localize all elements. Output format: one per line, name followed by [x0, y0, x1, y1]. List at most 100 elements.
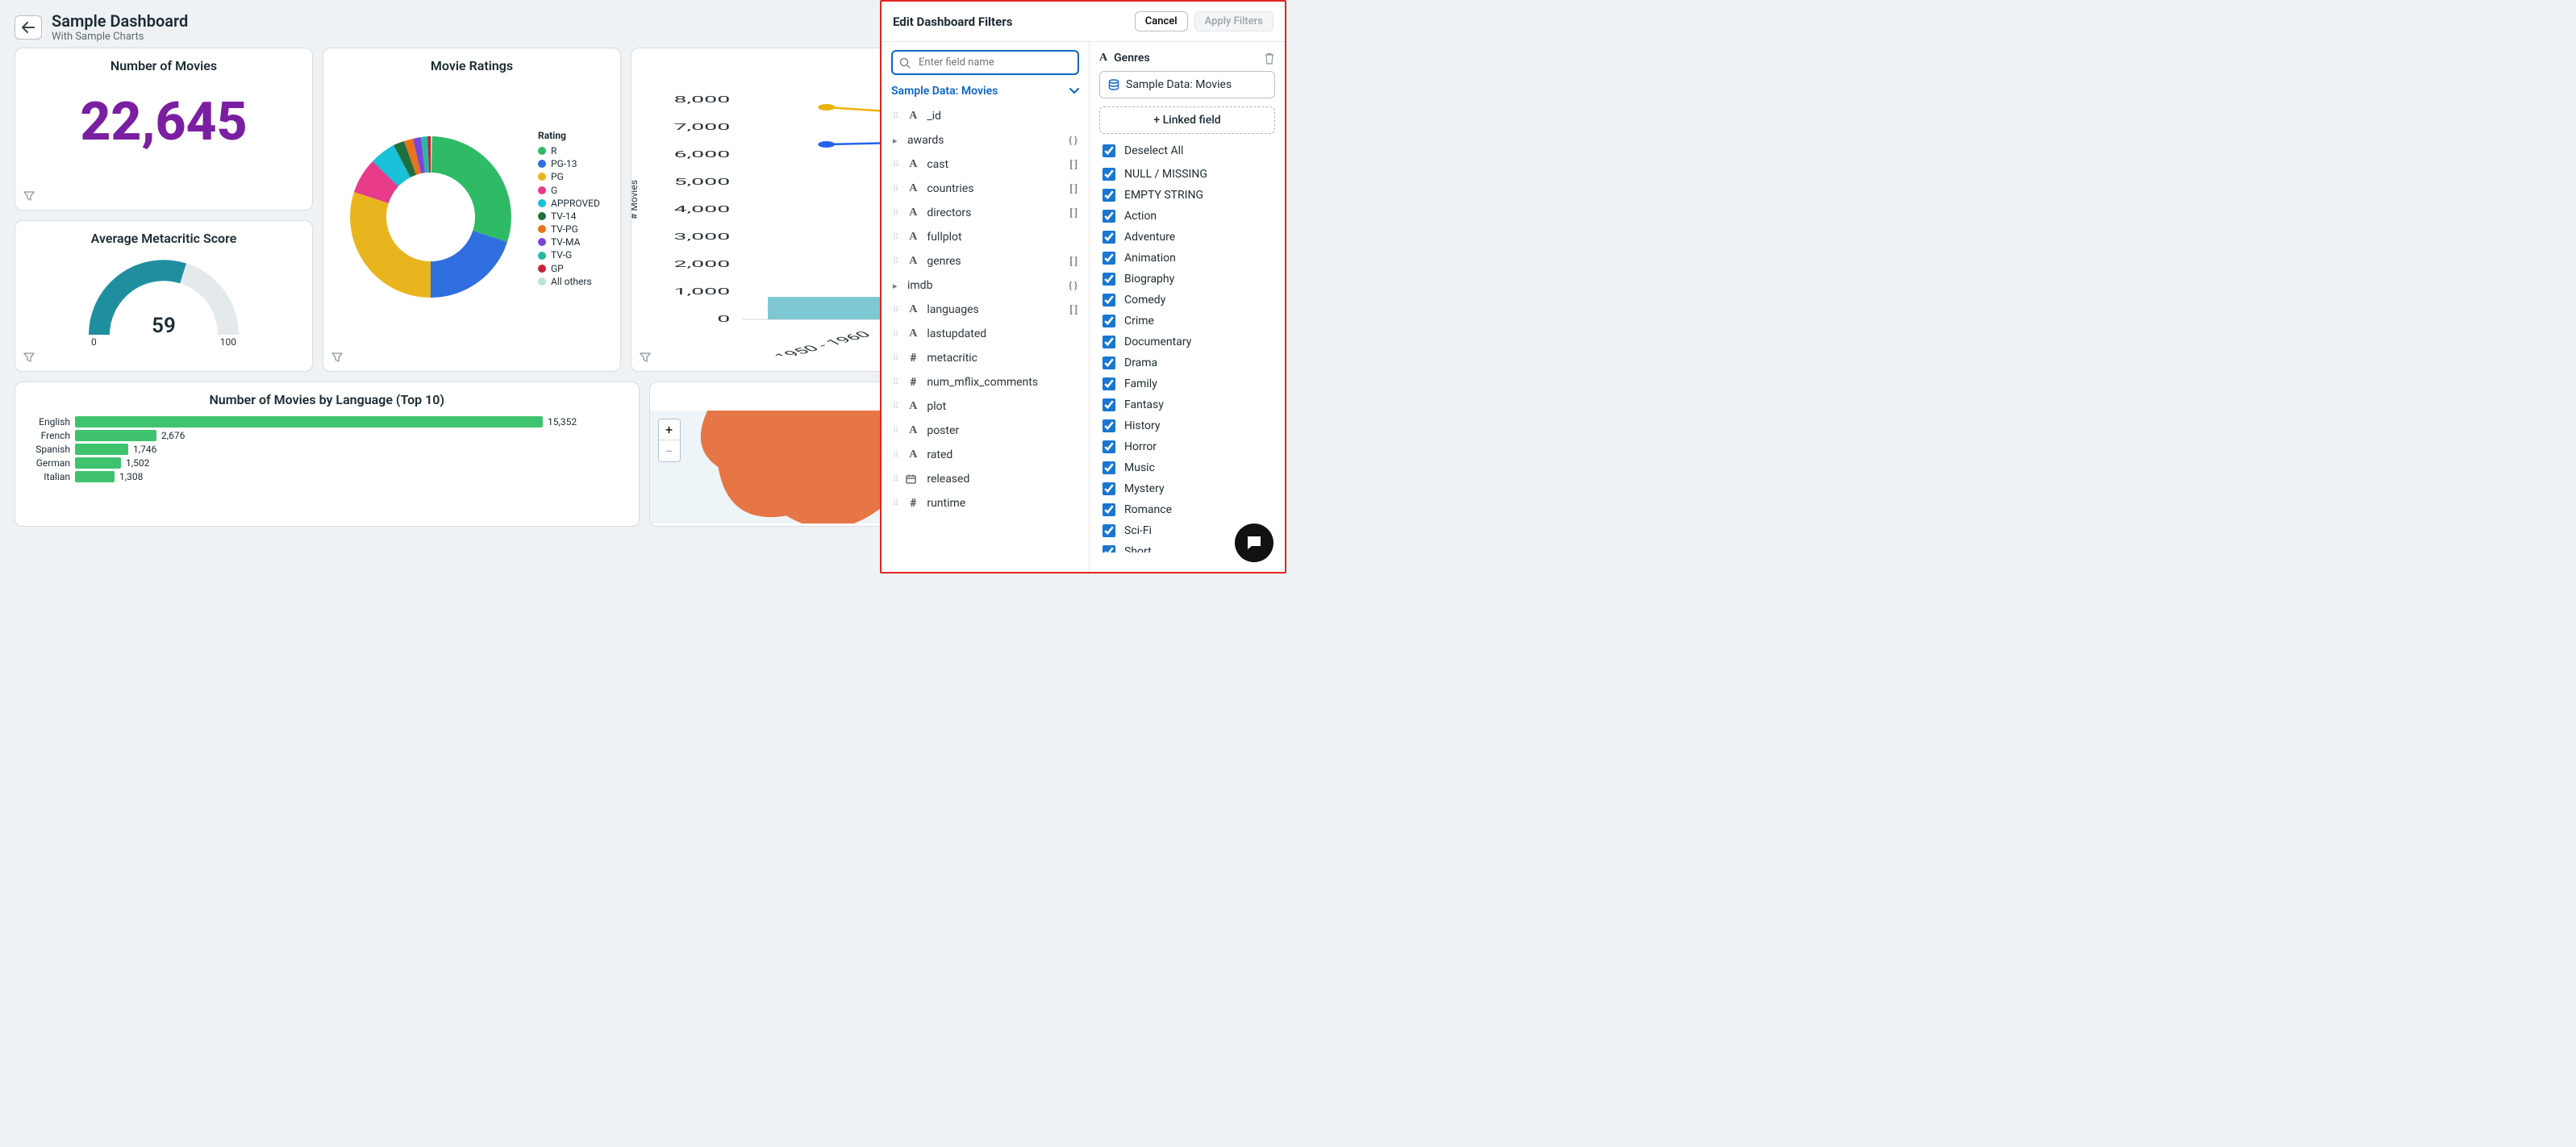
svg-text:8,000: 8,000	[673, 94, 730, 105]
filter-option[interactable]: Animation	[1099, 249, 1275, 267]
filter-option[interactable]: Romance	[1099, 501, 1275, 519]
option-checkbox[interactable]	[1103, 419, 1115, 432]
option-checkbox[interactable]	[1103, 189, 1115, 202]
cancel-button[interactable]: Cancel	[1135, 11, 1188, 31]
section-toggle[interactable]: Sample Data: Movies	[891, 83, 1079, 104]
option-checkbox[interactable]	[1103, 545, 1115, 553]
filter-option[interactable]: Comedy	[1099, 291, 1275, 309]
field-search[interactable]	[891, 50, 1079, 75]
filter-option[interactable]: Mystery	[1099, 480, 1275, 498]
option-checkbox[interactable]	[1103, 231, 1115, 244]
linked-field-button[interactable]: + Linked field	[1099, 106, 1275, 134]
option-checkbox[interactable]	[1103, 168, 1115, 181]
option-checkbox[interactable]	[1103, 273, 1115, 286]
field-item[interactable]: ⠿Arated	[891, 443, 1079, 467]
field-item[interactable]: ⠿Alanguages[ ]	[891, 298, 1079, 322]
option-label: Mystery	[1124, 482, 1165, 495]
field-item[interactable]: ⠿Adirectors[ ]	[891, 201, 1079, 225]
card-gauge-metacritic[interactable]: Average Metacritic Score 59 0 100	[15, 220, 313, 372]
drag-handle-icon: ⠿	[893, 209, 899, 218]
field-item[interactable]: ⠿released	[891, 467, 1079, 491]
field-item[interactable]: ⠿Acast[ ]	[891, 152, 1079, 177]
card-donut-movie-ratings[interactable]: Movie Ratings	[323, 48, 621, 372]
donut-chart	[330, 80, 531, 338]
filter-option[interactable]: Fantasy	[1099, 396, 1275, 414]
filter-icon[interactable]	[23, 352, 35, 363]
option-checkbox[interactable]	[1103, 524, 1115, 537]
filter-option[interactable]: NULL / MISSING	[1099, 165, 1275, 183]
filter-icon[interactable]	[23, 190, 35, 202]
field-item[interactable]: ⠿Aplot	[891, 394, 1079, 419]
option-checkbox[interactable]	[1103, 482, 1115, 495]
type-string-icon: A	[906, 303, 920, 316]
apply-filters-button[interactable]: Apply Filters	[1194, 11, 1273, 31]
legend-item: G	[538, 184, 600, 197]
filter-option[interactable]: Biography	[1099, 270, 1275, 288]
help-chat-button[interactable]	[1235, 523, 1273, 562]
field-name: num_mflix_comments	[927, 376, 1038, 389]
option-label: Biography	[1124, 273, 1174, 286]
field-item[interactable]: ⠿Aposter	[891, 419, 1079, 443]
field-name: _id	[927, 110, 941, 123]
option-label: Sci-Fi	[1124, 524, 1152, 537]
field-name: rated	[927, 448, 952, 461]
legend-item: PG	[538, 170, 600, 183]
filter-option[interactable]: Family	[1099, 375, 1275, 393]
option-checkbox[interactable]	[1103, 398, 1115, 411]
filter-option[interactable]: Documentary	[1099, 333, 1275, 351]
card-bar-languages[interactable]: Number of Movies by Language (Top 10) En…	[15, 382, 640, 527]
field-item[interactable]: ▸awards{ }	[891, 128, 1079, 152]
deselect-all-checkbox[interactable]	[1103, 144, 1115, 157]
gauge-value: 59	[152, 314, 176, 338]
filter-option[interactable]: Music	[1099, 459, 1275, 477]
filter-option[interactable]: History	[1099, 417, 1275, 435]
option-checkbox[interactable]	[1103, 357, 1115, 369]
option-label: Fantasy	[1124, 398, 1164, 411]
field-item[interactable]: ⠿Afullplot	[891, 225, 1079, 249]
data-source-pill[interactable]: Sample Data: Movies	[1099, 71, 1275, 98]
map-zoom-in-button[interactable]: +	[659, 419, 680, 440]
back-button[interactable]	[15, 15, 42, 40]
option-label: EMPTY STRING	[1124, 189, 1203, 202]
field-item[interactable]: ⠿Alastupdated	[891, 322, 1079, 346]
filter-option[interactable]: Horror	[1099, 438, 1275, 456]
field-item[interactable]: ⠿Agenres[ ]	[891, 249, 1079, 273]
card-title: Movie Ratings	[323, 48, 620, 77]
filter-option[interactable]: Crime	[1099, 312, 1275, 330]
option-checkbox[interactable]	[1103, 377, 1115, 390]
field-item[interactable]: ⠿#num_mflix_comments	[891, 370, 1079, 394]
option-checkbox[interactable]	[1103, 315, 1115, 327]
type-string-icon: A	[906, 448, 920, 461]
delete-filter-button[interactable]	[1264, 52, 1275, 65]
field-type-badge: { }	[1069, 135, 1078, 146]
filter-icon[interactable]	[331, 352, 343, 363]
filter-option[interactable]: Drama	[1099, 354, 1275, 372]
filter-option[interactable]: Adventure	[1099, 228, 1275, 246]
drag-handle-icon: ⠿	[893, 330, 899, 339]
field-item[interactable]: ⠿A_id	[891, 104, 1079, 128]
option-checkbox[interactable]	[1103, 252, 1115, 265]
filter-option[interactable]: EMPTY STRING	[1099, 186, 1275, 204]
field-item[interactable]: ⠿#runtime	[891, 491, 1079, 515]
field-item[interactable]: ▸imdb{ }	[891, 273, 1079, 298]
field-item[interactable]: ⠿#metacritic	[891, 346, 1079, 370]
option-checkbox[interactable]	[1103, 461, 1115, 474]
option-checkbox[interactable]	[1103, 503, 1115, 516]
option-checkbox[interactable]	[1103, 336, 1115, 348]
kpi-value: 22,645	[15, 77, 312, 168]
field-name: countries	[927, 182, 973, 195]
map-zoom-controls: + −	[658, 419, 681, 462]
option-checkbox[interactable]	[1103, 294, 1115, 307]
option-label: Animation	[1124, 252, 1176, 265]
option-checkbox[interactable]	[1103, 440, 1115, 453]
field-search-input[interactable]	[917, 56, 1071, 69]
filter-icon[interactable]	[640, 352, 651, 363]
option-checkbox[interactable]	[1103, 210, 1115, 223]
field-item[interactable]: ⠿Acountries[ ]	[891, 177, 1079, 201]
map-zoom-out-button[interactable]: −	[659, 440, 680, 461]
database-icon	[1108, 79, 1119, 90]
option-label: Crime	[1124, 315, 1154, 327]
card-kpi-number-of-movies[interactable]: Number of Movies 22,645	[15, 48, 313, 211]
filter-option[interactable]: Action	[1099, 207, 1275, 225]
option-label: History	[1124, 419, 1161, 432]
